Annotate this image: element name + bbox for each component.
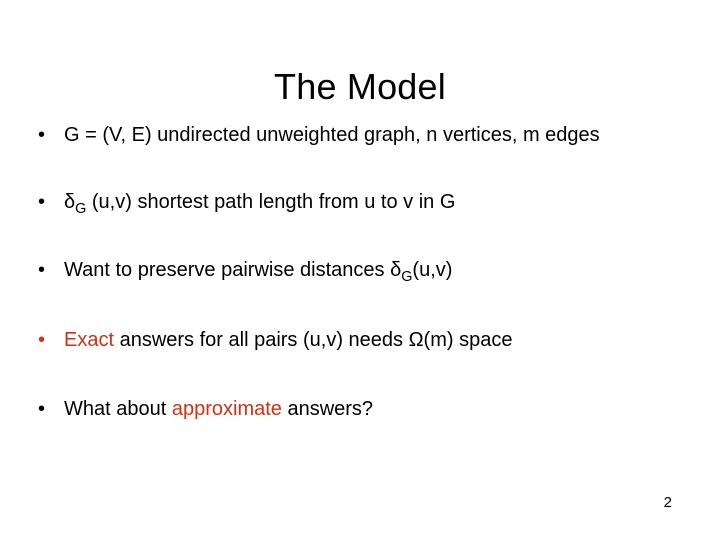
list-item: • Want to preserve pairwise distances δG… — [34, 257, 682, 285]
text-segment: G = (V, E) undirected unweighted graph, … — [64, 124, 600, 146]
page-title: The Model — [274, 66, 446, 108]
list-item: • δG (u,v) shortest path length from u t… — [34, 189, 682, 217]
delta-subscript: G — [401, 269, 413, 285]
bullet-point-icon: • — [38, 191, 46, 213]
list-item: • What about approximate answers? — [34, 396, 682, 422]
list-item-text: What about approximate answers? — [64, 396, 682, 422]
list-item-text: G = (V, E) undirected unweighted graph, … — [64, 122, 682, 148]
list-item-text: δG (u,v) shortest path length from u to … — [64, 189, 682, 217]
list-item: • Exact answers for all pairs (u,v) need… — [34, 327, 682, 353]
bullet-point-icon: • — [38, 259, 46, 281]
delta-symbol: δ — [390, 259, 402, 281]
list-item: • G = (V, E) undirected unweighted graph… — [34, 122, 682, 148]
text-segment: answers for all pairs (u,v) needs Ω(m) s… — [114, 329, 513, 351]
list-item-text: Exact answers for all pairs (u,v) needs … — [64, 327, 682, 353]
text-segment: Want to preserve pairwise distances — [64, 259, 391, 281]
bullet-point-icon: • — [38, 398, 46, 420]
text-segment: answers? — [281, 398, 374, 420]
bullet-point-icon: • — [38, 124, 46, 146]
bullet-point-icon: • — [38, 329, 46, 351]
highlighted-term: Exact — [64, 329, 115, 351]
text-segment: (u,v) — [412, 259, 453, 281]
slide: The Model • G = (V, E) undirected unweig… — [0, 0, 720, 540]
bullet-list: • G = (V, E) undirected unweighted graph… — [34, 122, 682, 422]
delta-symbol: δ — [64, 191, 76, 213]
highlighted-term: approximate — [171, 398, 282, 420]
text-segment: (u,v) shortest path length from u to v i… — [86, 191, 456, 213]
list-item-text: Want to preserve pairwise distances δG(u… — [64, 257, 682, 285]
page-number: 2 — [663, 494, 672, 511]
text-segment: What about — [64, 398, 172, 420]
delta-subscript: G — [75, 201, 87, 217]
